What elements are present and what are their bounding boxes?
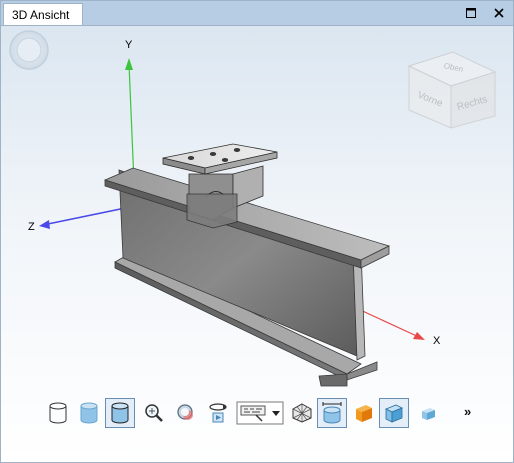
title-bar: 3D Ansicht bbox=[1, 1, 513, 26]
box-view-button[interactable] bbox=[413, 398, 443, 428]
zoom-icon bbox=[145, 404, 163, 422]
zoom-all-icon bbox=[177, 404, 193, 420]
close-button[interactable] bbox=[491, 5, 507, 21]
dimension-view-button[interactable] bbox=[317, 398, 347, 428]
rotate-view-icon bbox=[209, 403, 227, 423]
zoom-button[interactable] bbox=[139, 398, 169, 428]
y-axis-label: Y bbox=[125, 39, 133, 51]
colored-part-button[interactable] bbox=[349, 398, 379, 428]
rotate-view-button[interactable] bbox=[203, 398, 233, 428]
display-options-dropdown[interactable] bbox=[235, 398, 285, 428]
y-axis-arrow bbox=[125, 58, 133, 70]
box-view-icon bbox=[422, 408, 435, 420]
tab-3d-view[interactable]: 3D Ansicht bbox=[3, 3, 83, 25]
z-axis-arrow bbox=[39, 220, 50, 229]
wireframe-view-button[interactable] bbox=[43, 398, 73, 428]
view-cube[interactable]: Oben Vorne Rechts bbox=[407, 51, 497, 129]
part-view-button[interactable] bbox=[379, 398, 409, 428]
shaded-view-button[interactable] bbox=[74, 398, 104, 428]
part-view-icon bbox=[385, 404, 403, 423]
x-axis-arrow bbox=[413, 332, 425, 340]
mesh-display-icon bbox=[292, 403, 312, 423]
colored-part-icon bbox=[356, 405, 372, 422]
toolbar-more-button[interactable]: » bbox=[464, 404, 471, 419]
wireframe-cylinder-icon bbox=[49, 402, 67, 424]
dimension-view-icon bbox=[322, 402, 342, 424]
zoom-all-button[interactable] bbox=[171, 398, 201, 428]
z-axis-label: Z bbox=[28, 221, 35, 233]
3d-viewport[interactable]: Oben Vorne Rechts X Y Z » bbox=[1, 26, 513, 462]
i-beam-model[interactable] bbox=[103, 143, 391, 387]
3d-view-window: 3D Ansicht Oben Vorne Rechts X Y Z » bbox=[0, 0, 514, 463]
maximize-icon bbox=[466, 8, 476, 18]
shaded-edges-cylinder-icon bbox=[111, 402, 129, 424]
maximize-button[interactable] bbox=[463, 5, 479, 21]
x-axis-label: X bbox=[433, 335, 441, 347]
scene-canvas[interactable]: Oben Vorne Rechts X Y Z bbox=[1, 26, 513, 462]
navigation-wheel-icon[interactable] bbox=[9, 30, 49, 70]
tab-label: 3D Ansicht bbox=[12, 8, 70, 22]
mesh-display-button[interactable] bbox=[287, 398, 317, 428]
close-icon bbox=[494, 8, 504, 18]
shaded-edges-view-button[interactable] bbox=[105, 398, 135, 428]
display-options-dropdown-icon bbox=[236, 401, 284, 425]
shaded-cylinder-icon bbox=[80, 402, 98, 424]
